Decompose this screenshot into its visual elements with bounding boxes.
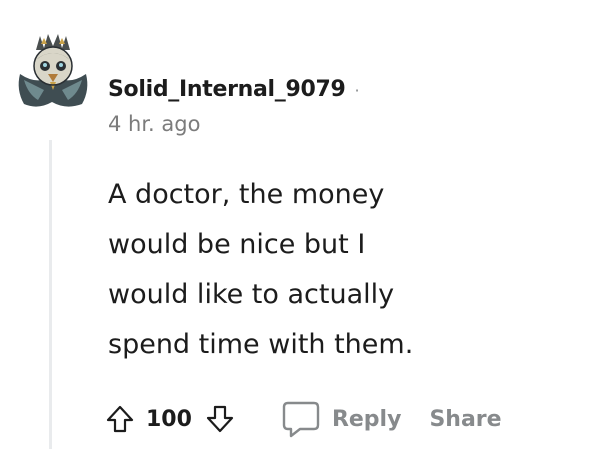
arrow-up-icon [106,405,134,433]
upvote-button[interactable] [100,396,140,442]
author-row: Solid_Internal_9079 · [108,70,360,108]
username[interactable]: Solid_Internal_9079 [108,77,346,102]
comment-actions: 100 Reply Share [100,396,502,442]
comment-body-line: spend time with them. [108,329,414,360]
comment-body-line: A doctor, the money [108,179,385,210]
avatar-image [18,34,88,107]
comment-body-line: would like to actually [108,279,395,310]
comment-body-line: would be nice but I [108,229,366,260]
speech-bubble-icon [282,401,320,438]
share-label: Share [429,406,502,432]
vote-score: 100 [146,406,192,432]
reply-button[interactable]: Reply [280,398,402,440]
comment-body: A doctor, the money would be nice but I … [108,170,578,370]
comment: Solid_Internal_9079 · 4 hr. ago A doctor… [0,0,599,449]
avatar[interactable] [14,30,92,112]
downvote-button[interactable] [200,396,240,442]
timestamp[interactable]: 4 hr. ago [108,112,360,136]
share-button[interactable]: Share [429,407,501,432]
reply-label: Reply [331,406,402,432]
thread-line[interactable] [49,140,52,449]
arrow-down-icon [206,405,234,433]
separator-dot: · [354,80,360,100]
comment-meta: Solid_Internal_9079 · 4 hr. ago [108,70,360,150]
